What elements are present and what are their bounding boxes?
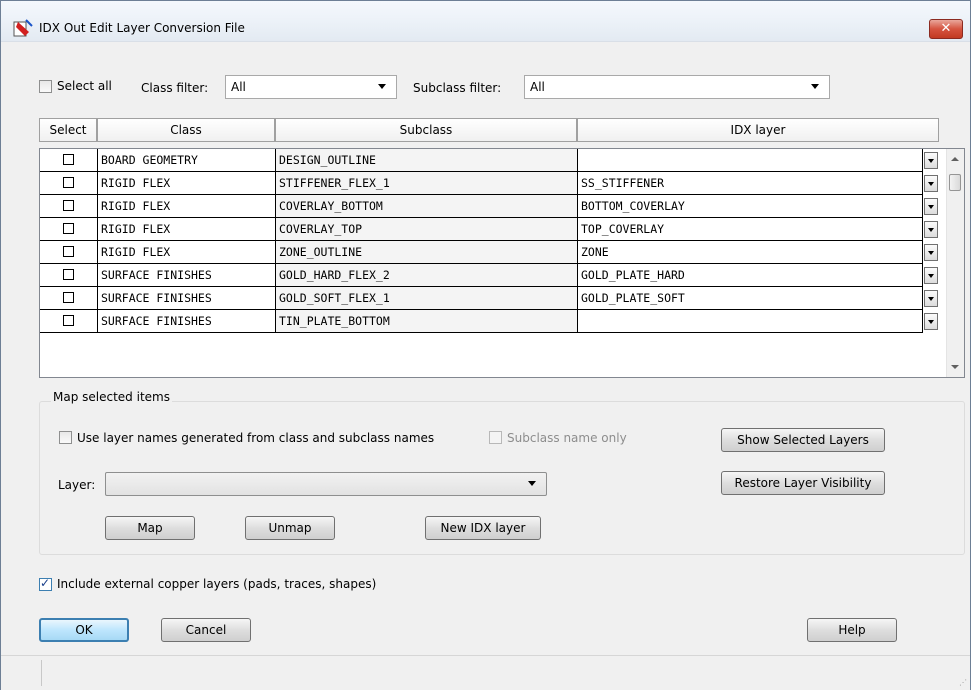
status-bar: ⋰ — [1, 655, 970, 690]
new-idx-layer-button[interactable]: New IDX layer — [425, 516, 541, 540]
idx-layer-cell[interactable]: GOLD_PLATE_SOFT — [578, 287, 923, 310]
class-cell: RIGID FLEX — [98, 195, 276, 218]
class-cell: SURFACE FINISHES — [98, 287, 276, 310]
status-pane — [3, 660, 42, 686]
row-checkbox[interactable] — [63, 154, 74, 165]
show-selected-layers-button[interactable]: Show Selected Layers — [721, 428, 885, 452]
subclass-cell: TIN_PLATE_BOTTOM — [276, 310, 578, 333]
idx-layer-dropdown-button[interactable] — [924, 290, 938, 307]
column-header-subclass[interactable]: Subclass — [275, 118, 577, 142]
class-cell: SURFACE FINISHES — [98, 264, 276, 287]
row-checkbox[interactable] — [63, 177, 74, 188]
ok-button[interactable]: OK — [39, 618, 129, 642]
class-cell: RIGID FLEX — [98, 172, 276, 195]
chevron-down-icon — [528, 481, 536, 486]
subclass-cell: DESIGN_OUTLINE — [276, 149, 578, 172]
subclass-cell: GOLD_SOFT_FLEX_1 — [276, 287, 578, 310]
layer-label: Layer: — [58, 478, 96, 492]
idx-layer-cell[interactable] — [578, 310, 923, 333]
subclass-cell: COVERLAY_TOP — [276, 218, 578, 241]
class-filter-select[interactable]: All — [225, 75, 397, 99]
include-copper-label: Include external copper layers (pads, tr… — [57, 577, 377, 591]
scroll-thumb[interactable] — [949, 174, 961, 191]
idx-layer-cell[interactable]: TOP_COVERLAY — [578, 218, 923, 241]
row-checkbox[interactable] — [63, 246, 74, 257]
row-select-cell[interactable] — [40, 264, 98, 287]
dialog-window: IDX Out Edit Layer Conversion File ✕ Sel… — [0, 0, 971, 690]
map-selected-group-title: Map selected items — [51, 390, 172, 404]
resize-grip-icon[interactable]: ⋰ — [959, 678, 967, 687]
idx-layer-dropdown-button[interactable] — [924, 221, 938, 238]
idx-layer-cell[interactable] — [578, 149, 923, 172]
row-select-cell[interactable] — [40, 195, 98, 218]
subclass-cell: GOLD_HARD_FLEX_2 — [276, 264, 578, 287]
idx-layer-dropdown-button[interactable] — [924, 198, 938, 215]
row-select-cell[interactable] — [40, 287, 98, 310]
idx-layer-dropdown-button[interactable] — [924, 313, 938, 330]
row-checkbox[interactable] — [63, 269, 74, 280]
layer-table: BOARD GEOMETRY DESIGN_OUTLINE RIGID FLEX… — [39, 148, 965, 378]
idx-layer-dropdown-button[interactable] — [924, 175, 938, 192]
row-select-cell[interactable] — [40, 172, 98, 195]
idx-layer-dropdown-button[interactable] — [924, 244, 938, 261]
row-checkbox[interactable] — [63, 223, 74, 234]
row-select-cell[interactable] — [40, 241, 98, 264]
row-select-cell[interactable] — [40, 149, 98, 172]
column-header-select[interactable]: Select — [39, 118, 97, 142]
restore-layer-visibility-button[interactable]: Restore Layer Visibility — [721, 471, 885, 495]
close-button[interactable]: ✕ — [929, 19, 963, 39]
scroll-down-icon[interactable] — [951, 365, 959, 369]
row-checkbox[interactable] — [63, 315, 74, 326]
map-button[interactable]: Map — [105, 516, 195, 540]
row-checkbox[interactable] — [63, 292, 74, 303]
subclass-cell: ZONE_OUTLINE — [276, 241, 578, 264]
chevron-down-icon — [378, 84, 386, 89]
class-filter-label: Class filter: — [141, 81, 209, 95]
class-cell: RIGID FLEX — [98, 241, 276, 264]
layer-select[interactable] — [105, 472, 547, 496]
subclass-filter-select[interactable]: All — [524, 75, 830, 99]
class-cell: BOARD GEOMETRY — [98, 149, 276, 172]
row-select-cell[interactable] — [40, 310, 98, 333]
class-cell: SURFACE FINISHES — [98, 310, 276, 333]
select-all-label: Select all — [57, 79, 112, 93]
subclass-only-label: Subclass name only — [507, 431, 627, 445]
scroll-up-icon[interactable] — [951, 157, 959, 161]
select-all-checkbox[interactable] — [39, 80, 52, 93]
subclass-cell: COVERLAY_BOTTOM — [276, 195, 578, 218]
idx-layer-cell[interactable]: SS_STIFFENER — [578, 172, 923, 195]
window-title: IDX Out Edit Layer Conversion File — [39, 21, 245, 35]
column-header-idx-layer[interactable]: IDX layer — [577, 118, 939, 142]
subclass-filter-label: Subclass filter: — [413, 81, 502, 95]
table-scrollbar[interactable] — [946, 149, 964, 377]
subclass-filter-value: All — [530, 80, 545, 94]
idx-layer-cell[interactable]: ZONE — [578, 241, 923, 264]
use-layer-names-checkbox[interactable] — [59, 431, 72, 444]
idx-layer-dropdown-button[interactable] — [924, 152, 938, 169]
subclass-cell: STIFFENER_FLEX_1 — [276, 172, 578, 195]
idx-layer-cell[interactable]: GOLD_PLATE_HARD — [578, 264, 923, 287]
row-select-cell[interactable] — [40, 218, 98, 241]
app-icon — [13, 19, 33, 37]
class-filter-value: All — [231, 80, 246, 94]
unmap-button[interactable]: Unmap — [245, 516, 335, 540]
row-checkbox[interactable] — [63, 200, 74, 211]
help-button[interactable]: Help — [807, 618, 897, 642]
idx-layer-dropdown-button[interactable] — [924, 267, 938, 284]
subclass-only-checkbox[interactable] — [489, 431, 502, 444]
idx-layer-cell[interactable]: BOTTOM_COVERLAY — [578, 195, 923, 218]
title-bar[interactable]: IDX Out Edit Layer Conversion File ✕ — [1, 1, 970, 42]
chevron-down-icon — [811, 84, 819, 89]
include-copper-checkbox[interactable] — [39, 576, 52, 591]
use-layer-names-label: Use layer names generated from class and… — [77, 431, 435, 445]
cancel-button[interactable]: Cancel — [161, 618, 251, 642]
class-cell: RIGID FLEX — [98, 218, 276, 241]
column-header-class[interactable]: Class — [97, 118, 275, 142]
